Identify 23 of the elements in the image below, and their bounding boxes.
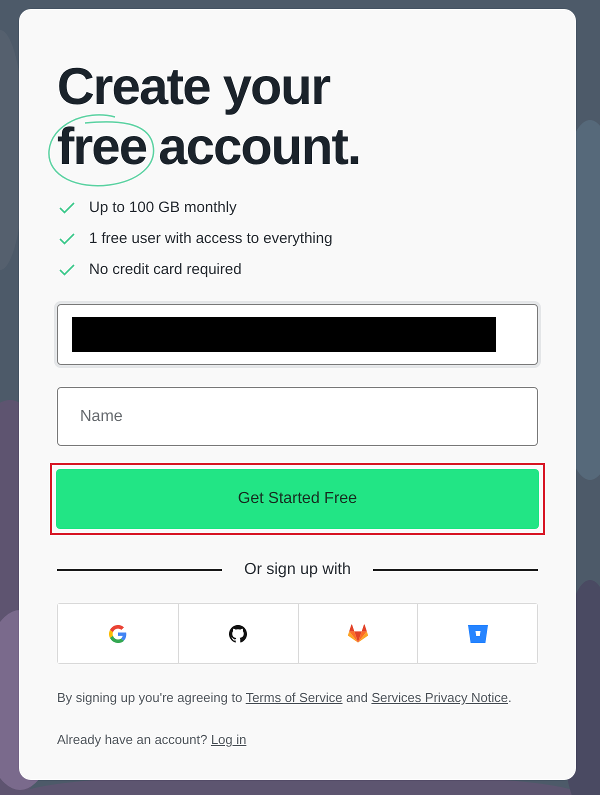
- get-started-button[interactable]: Get Started Free: [56, 469, 539, 529]
- name-field[interactable]: Name: [57, 387, 538, 446]
- text-link[interactable]: Terms of Service: [246, 690, 343, 705]
- text-link[interactable]: Log in: [210, 732, 246, 747]
- login-text: Already have an account? Log in: [57, 732, 248, 748]
- circled-word: free: [57, 117, 146, 177]
- sign-up-provider-button[interactable]: [417, 604, 537, 663]
- check-icon: [59, 202, 75, 214]
- benefit-text: Up to 100 GB monthly: [89, 199, 237, 216]
- cat-silhouette-icon: [229, 624, 248, 642]
- fox-head-icon: [348, 624, 368, 643]
- divider-label: Or sign up with: [244, 561, 351, 579]
- check-icon: [59, 264, 75, 276]
- email-field[interactable]: [57, 304, 538, 365]
- benefit-text: No credit card required: [89, 261, 242, 278]
- google-icon: [108, 624, 127, 642]
- heading-line: Create your: [57, 57, 331, 117]
- benefit-text: 1 free user with access to everything: [89, 230, 332, 247]
- bucket-icon: [468, 624, 488, 642]
- text-link[interactable]: Services Privacy Notice: [371, 690, 508, 705]
- heading-word: account.: [158, 117, 360, 177]
- terms-text: By signing up you're agreeing to Terms of Service and Services Privacy Notice.: [57, 690, 513, 706]
- check-icon: [59, 232, 75, 244]
